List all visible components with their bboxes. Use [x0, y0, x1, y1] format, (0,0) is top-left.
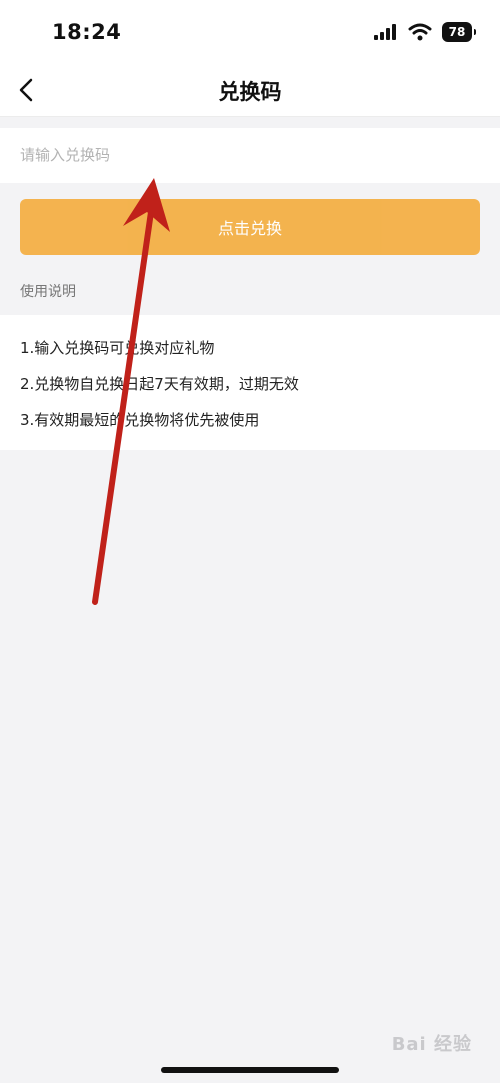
instruction-item: 2.兑换物自兑换日起7天有效期，过期无效: [20, 375, 299, 393]
watermark: Bai 经验: [391, 1034, 472, 1055]
home-indicator[interactable]: [161, 1067, 339, 1073]
status-icons: 78: [374, 22, 476, 42]
signal-icon: [374, 24, 396, 40]
redeem-button[interactable]: 点击兑换: [20, 199, 480, 255]
instructions-heading: 使用说明: [20, 284, 76, 300]
status-time: 18:24: [52, 20, 122, 44]
wifi-icon: [408, 23, 432, 41]
instructions-card: 1.输入兑换码可兑换对应礼物 2.兑换物自兑换日起7天有效期，过期无效 3.有效…: [0, 315, 500, 450]
status-bar: 18:24 78: [0, 0, 500, 66]
page-title: 兑换码: [218, 80, 282, 104]
redeem-code-input[interactable]: [20, 136, 480, 174]
battery-icon: 78: [442, 22, 476, 42]
code-input-row: [0, 128, 500, 183]
instruction-item: 1.输入兑换码可兑换对应礼物: [20, 339, 215, 357]
battery-level: 78: [448, 25, 466, 39]
instruction-item: 3.有效期最短的兑换物将优先被使用: [20, 411, 260, 429]
nav-bar: 兑换码: [0, 66, 500, 117]
